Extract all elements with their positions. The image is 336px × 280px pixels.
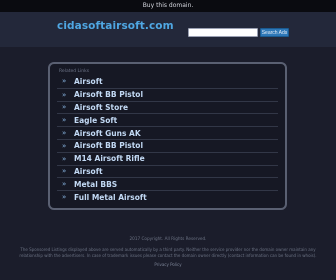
related-link-airsoft-store[interactable]: » Airsoft Store [57,100,278,114]
related-link-airsoft-bb-pistol[interactable]: » Airsoft BB Pistol [57,87,278,101]
arrow-right-icon: » [62,193,67,202]
search-input[interactable] [188,28,258,37]
related-links-list: » Airsoft » Airsoft BB Pistol » Airsoft Sto… [57,75,278,203]
arrow-right-icon: » [62,129,67,138]
related-link-label[interactable]: Airsoft BB Pistol [74,141,143,150]
disclaimer-text: The Sponsored Listings displayed above a… [19,247,317,258]
arrow-right-icon: » [62,77,67,86]
related-link-label[interactable]: Airsoft Store [74,103,128,112]
related-links-heading: Related Links [59,69,90,74]
related-link-label[interactable]: Airsoft BB Pistol [74,90,143,99]
related-link-metal-bbs[interactable]: » Metal BBS [57,177,278,190]
related-link-label[interactable]: Airsoft [74,167,103,176]
arrow-right-icon: » [62,103,67,112]
arrow-right-icon: » [62,180,67,189]
site-logo[interactable]: cidasoftairsoft.com [57,20,174,32]
arrow-right-icon: » [62,141,67,150]
related-link-label[interactable]: Metal BBS [74,180,117,189]
search-button[interactable]: Search Ads [260,28,289,37]
related-link-label[interactable]: Eagle Soft [74,116,117,125]
related-link-full-metal-airsoft[interactable]: » Full Metal Airsoft [57,190,278,203]
related-link-eagle-soft[interactable]: » Eagle Soft [57,113,278,126]
related-link-airsoft-2[interactable]: » Airsoft [57,164,278,178]
arrow-right-icon: » [62,90,67,99]
arrow-right-icon: » [62,154,67,163]
arrow-right-icon: » [62,167,67,176]
related-links-panel: Related Links » Airsoft » Airsoft BB Pisto… [48,62,287,210]
privacy-policy-link[interactable]: Privacy Policy [0,262,336,267]
related-link-label[interactable]: Full Metal Airsoft [74,193,147,202]
related-link-airsoft[interactable]: » Airsoft [57,75,278,88]
related-link-label[interactable]: Airsoft [74,77,103,86]
arrow-right-icon: » [62,116,67,125]
related-link-m14-airsoft-rifle[interactable]: » M14 Airsoft Rifle [57,151,278,165]
related-link-label[interactable]: M14 Airsoft Rifle [74,154,145,163]
related-link-airsoft-guns-ak[interactable]: » Airsoft Guns AK [57,126,278,139]
buy-domain-banner[interactable]: Buy this domain. [0,0,336,12]
site-header: cidasoftairsoft.com Search Ads [0,12,336,47]
copyright-text: 2017 Copyright. All Rights Reserved. [129,236,207,241]
related-link-label[interactable]: Airsoft Guns AK [74,129,141,138]
related-link-airsoft-bb-pistol-2[interactable]: » Airsoft BB Pistol [57,138,278,152]
